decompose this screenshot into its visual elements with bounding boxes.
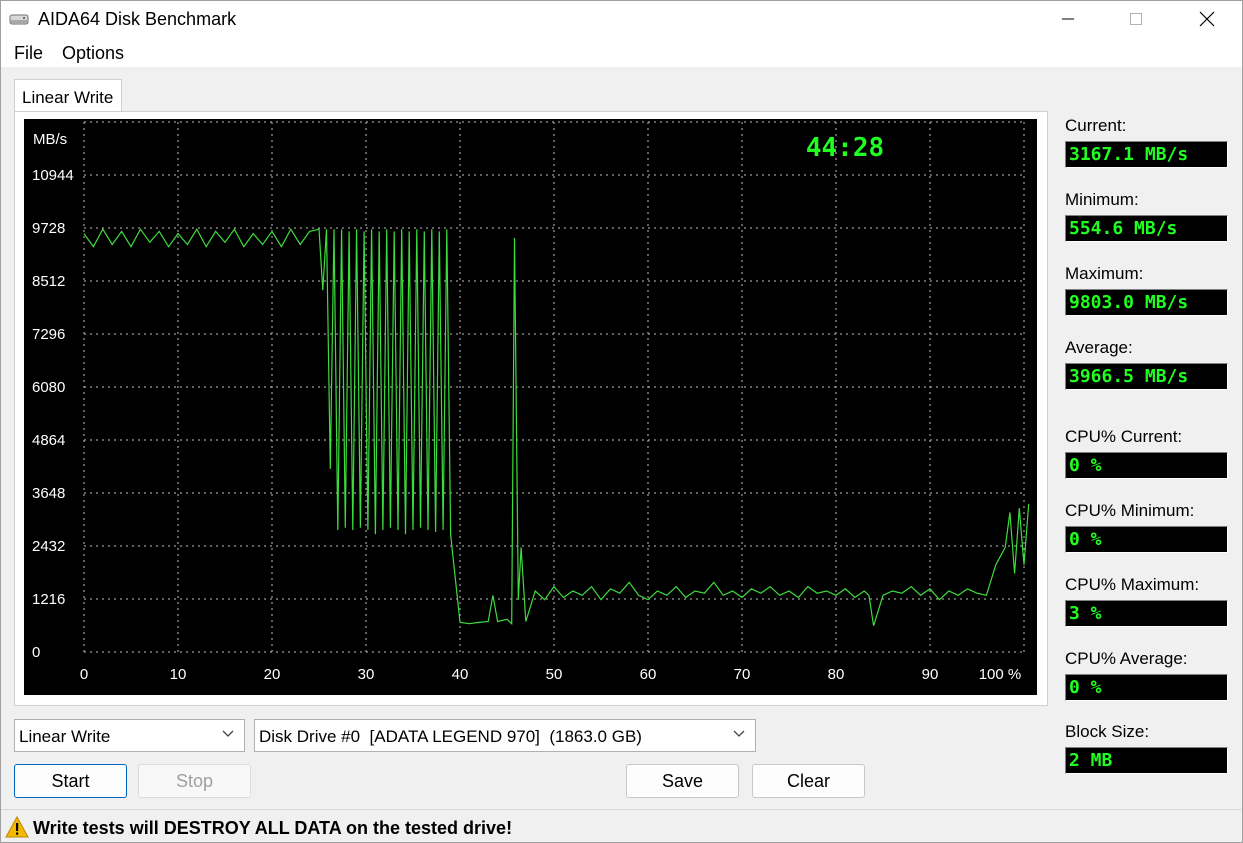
stat-label: Minimum: <box>1065 190 1139 209</box>
chart-background <box>24 119 1037 695</box>
chevron-down-icon <box>222 730 234 737</box>
start-button[interactable]: Start <box>14 764 127 798</box>
x-tick-label: 90 <box>922 666 939 683</box>
menu-options[interactable]: Options <box>62 43 124 64</box>
y-tick-label: 8512 <box>32 273 65 290</box>
y-tick-label: 7296 <box>32 326 65 343</box>
y-tick-label: 6080 <box>32 379 65 396</box>
minimize-icon <box>1062 18 1074 20</box>
x-tick-label: 100 % <box>979 666 1022 683</box>
warning-icon <box>5 816 29 838</box>
y-tick-label: 2432 <box>32 538 65 555</box>
stat-value: 3167.1 MB/s <box>1065 141 1228 168</box>
clear-button[interactable]: Clear <box>752 764 865 798</box>
stat-value: 0 % <box>1065 452 1228 479</box>
x-tick-label: 70 <box>734 666 751 683</box>
disk-drive-icon <box>9 14 29 25</box>
x-tick-label: 0 <box>80 666 88 683</box>
drive-select[interactable]: Disk Drive #0 [ADATA LEGEND 970] (1863.0… <box>254 719 756 752</box>
stat-value: 0 % <box>1065 674 1228 701</box>
y-tick-label: 10944 <box>32 167 74 184</box>
x-tick-label: 10 <box>170 666 187 683</box>
test-type-value: Linear Write <box>19 727 111 746</box>
test-type-select[interactable]: Linear Write <box>14 719 245 752</box>
y-tick-label: 0 <box>32 644 40 661</box>
chevron-down-icon <box>733 730 745 737</box>
x-tick-label: 20 <box>264 666 281 683</box>
tab-linear-write[interactable]: Linear Write <box>14 79 122 112</box>
benchmark-chart: 01216243236484864608072968512972810944 0… <box>24 119 1037 695</box>
stat-label: CPU% Minimum: <box>1065 501 1195 520</box>
title-bar: AIDA64 Disk Benchmark <box>1 1 1242 37</box>
minimize-button[interactable] <box>1033 1 1103 37</box>
stat-label: Current: <box>1065 116 1127 135</box>
stop-button[interactable]: Stop <box>138 764 251 798</box>
stat-value: 0 % <box>1065 526 1228 553</box>
y-tick-label: 3648 <box>32 485 65 502</box>
status-bar: Write tests will DESTROY ALL DATA on the… <box>1 809 1242 842</box>
x-tick-label: 50 <box>546 666 563 683</box>
y-axis-label: MB/s <box>33 131 67 148</box>
stat-value: 3966.5 MB/s <box>1065 363 1228 390</box>
y-tick-label: 1216 <box>32 591 65 608</box>
stat-value: 2 MB <box>1065 747 1228 774</box>
warning-message: Write tests will DESTROY ALL DATA on the… <box>33 818 513 838</box>
stat-label: CPU% Maximum: <box>1065 575 1200 594</box>
menu-bar: File Options <box>1 37 1242 67</box>
x-tick-label: 40 <box>452 666 469 683</box>
x-tick-label: 80 <box>828 666 845 683</box>
close-button[interactable] <box>1172 1 1242 37</box>
window-title: AIDA64 Disk Benchmark <box>38 9 237 29</box>
benchmark-window: AIDA64 Disk Benchmark File Options Linea… <box>0 0 1243 843</box>
maximize-button[interactable] <box>1101 1 1171 37</box>
elapsed-timer: 44:28 <box>806 133 884 163</box>
stat-value: 554.6 MB/s <box>1065 215 1228 242</box>
stat-label: Average: <box>1065 338 1133 357</box>
maximize-icon <box>1130 13 1142 25</box>
y-tick-label: 9728 <box>32 220 65 237</box>
drive-value: Disk Drive #0 [ADATA LEGEND 970] (1863.0… <box>259 727 642 746</box>
stat-label: CPU% Average: <box>1065 649 1188 668</box>
stat-value: 3 % <box>1065 600 1228 627</box>
close-icon <box>1199 11 1215 27</box>
stat-value: 9803.0 MB/s <box>1065 289 1228 316</box>
x-tick-label: 60 <box>640 666 657 683</box>
y-tick-label: 4864 <box>32 432 65 449</box>
stat-label: CPU% Current: <box>1065 427 1183 446</box>
stat-label: Block Size: <box>1065 722 1150 741</box>
stat-label: Maximum: <box>1065 264 1144 283</box>
menu-file[interactable]: File <box>14 43 43 64</box>
save-button[interactable]: Save <box>626 764 739 798</box>
x-tick-label: 30 <box>358 666 375 683</box>
